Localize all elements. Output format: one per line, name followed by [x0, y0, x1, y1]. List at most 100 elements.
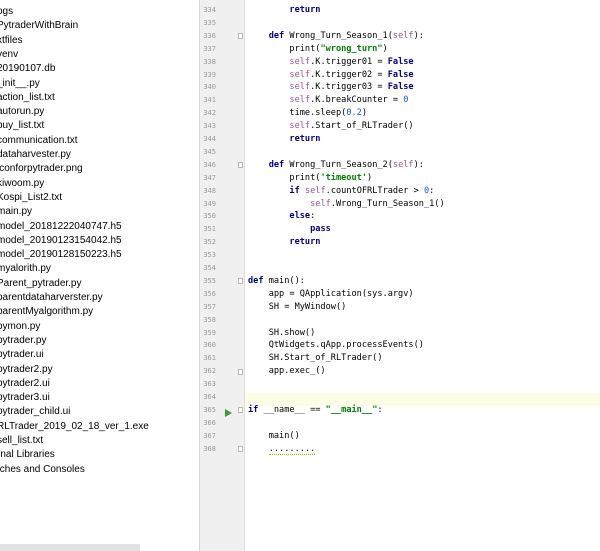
code-token: SH = MyWindow() [248, 301, 347, 312]
code-line[interactable]: ......... [248, 443, 316, 456]
code-token: def [268, 30, 285, 41]
code-line[interactable]: if __name__ == "__main__": [248, 404, 383, 417]
code-token: QtWidgets.qApp.processEvents() [248, 340, 424, 351]
tree-item[interactable]: venv [0, 48, 18, 62]
code-token: main() [248, 430, 300, 441]
line-number: 347 [203, 173, 216, 182]
fold-marker-icon[interactable] [238, 407, 243, 414]
fold-marker-icon[interactable] [238, 162, 243, 169]
code-line[interactable]: return [248, 236, 320, 249]
tree-item[interactable]: dataharvester.py [0, 148, 71, 162]
tree-item[interactable]: model_20190128150223.h5 [0, 248, 122, 262]
code-line[interactable]: def main(): [248, 275, 305, 288]
code-token: print( [248, 43, 321, 54]
tree-item[interactable]: model_20181222040747.h5 [0, 220, 122, 234]
tree-item[interactable]: kiwoom.py [0, 177, 44, 191]
code-line[interactable]: else: [248, 210, 315, 223]
code-line[interactable]: self.Start_of_RLTrader() [248, 120, 414, 133]
tree-item[interactable]: parentMyalgorithm.py [0, 305, 93, 319]
code-line[interactable]: pass [248, 223, 331, 236]
tree-item[interactable]: 20190107.db [0, 62, 55, 76]
tree-item[interactable]: pytrader3.ui [0, 391, 50, 405]
fold-marker-icon[interactable] [238, 33, 243, 40]
fold-marker-icon[interactable] [238, 368, 243, 375]
fold-marker-icon[interactable] [238, 446, 243, 453]
tree-item[interactable]: model_20190123154042.h5 [0, 234, 122, 248]
code-line[interactable]: self.K.breakCounter = 0 [248, 94, 408, 107]
code-line[interactable]: print("wrong_turn") [248, 43, 388, 56]
tree-item[interactable]: action_list.txt [0, 91, 55, 105]
tree-item[interactable]: main.py [0, 205, 32, 219]
code-token: : [377, 404, 383, 415]
code-token: ) [367, 172, 373, 183]
tree-item[interactable]: rnal Libraries [0, 448, 55, 462]
line-number: 359 [203, 328, 216, 337]
code-line[interactable]: main() [248, 430, 300, 443]
code-line[interactable]: time.sleep(0.2) [248, 107, 367, 120]
code-line[interactable]: app.exec_() [248, 365, 326, 378]
tree-item[interactable]: pymon.py [0, 320, 40, 334]
code-token: def [248, 275, 264, 286]
run-icon[interactable] [225, 409, 232, 417]
tree-item[interactable]: pytrader2.ui [0, 377, 50, 391]
code-editor[interactable]: 334 335 336 337 338 339 340 341 342 343 344 345 346 3… [200, 0, 600, 551]
tree-item[interactable]: parentdataharverster.py [0, 291, 103, 305]
code-token: main(): [263, 275, 305, 286]
tree-item[interactable]: autorun.py [0, 105, 44, 119]
code-token: time.sleep( [248, 108, 347, 119]
tree-item[interactable]: pytrader.py [0, 334, 46, 348]
line-number: 352 [203, 238, 216, 247]
tree-item[interactable]: xtfiles [0, 34, 23, 48]
tree-item[interactable]: sell_list.txt [0, 434, 43, 448]
code-token: self [289, 69, 311, 80]
horizontal-scrollbar[interactable] [0, 544, 140, 551]
tree-item[interactable]: tches and Consoles [0, 463, 85, 477]
code-line[interactable]: self.Wrong_Turn_Season_1() [248, 198, 445, 211]
code-token: self [304, 185, 326, 196]
tree-item[interactable]: ogs [0, 5, 13, 19]
tree-item[interactable]: PytraderWithBrain [0, 19, 78, 33]
code-line[interactable]: SH.Start_of_RLTrader() [248, 352, 383, 365]
code-token: .countOFRLTrader > [325, 185, 424, 196]
code-line[interactable]: return [248, 133, 320, 146]
code-line[interactable]: def Wrong_Turn_Season_1(self): [248, 30, 424, 43]
tree-item[interactable]: pytrader2.py [0, 363, 53, 377]
tree-item[interactable]: buy_list.txt [0, 119, 44, 133]
code-token: .Wrong_Turn_Season_1() [330, 198, 445, 209]
code-line[interactable]: if self.countOFRLTrader > 0: [248, 185, 434, 198]
tree-item[interactable]: communication.txt [0, 134, 78, 148]
code-token: ) [382, 43, 388, 54]
code-line[interactable]: QtWidgets.qApp.processEvents() [248, 339, 424, 352]
code-line[interactable]: app = QApplication(sys.argv) [248, 288, 414, 301]
code-token: ......... [268, 443, 316, 455]
code-line[interactable]: SH = MyWindow() [248, 301, 347, 314]
code-token: .Start_of_RLTrader() [310, 121, 414, 132]
tree-item[interactable]: myalorith.py [0, 262, 51, 276]
tree-item[interactable]: Parent_pytrader.py [0, 277, 82, 291]
tree-item[interactable]: Kospi_List2.txt [0, 191, 62, 205]
code-line[interactable]: SH.show() [248, 327, 316, 340]
code-line[interactable]: self.K.trigger01 = False [248, 56, 414, 69]
line-number-gutter: 334 335 336 337 338 339 340 341 342 343 344 345 346 3… [200, 0, 245, 551]
tree-item[interactable]: _init__.py [0, 77, 40, 91]
code-token: app = QApplication(sys.argv) [248, 288, 414, 299]
code-token: if [248, 404, 259, 415]
line-number: 358 [203, 315, 216, 324]
tree-item[interactable]: pytrader_child.ui [0, 405, 70, 419]
fold-marker-icon[interactable] [238, 278, 243, 285]
code-line[interactable]: self.K.trigger02 = False [248, 69, 413, 82]
tree-item[interactable]: RLTrader_2019_02_18_ver_1.exe [0, 420, 149, 434]
code-token: self [289, 56, 311, 67]
code-line[interactable]: return [248, 4, 320, 17]
code-line[interactable]: def Wrong_Turn_Season_2(self): [248, 159, 424, 172]
tree-item[interactable]: iconforpytrader.png [0, 162, 83, 176]
tree-item[interactable]: pytrader.ui [0, 348, 44, 362]
code-line[interactable]: self.K.trigger03 = False [248, 81, 413, 94]
code-token: print( [248, 172, 321, 183]
code-line[interactable]: print('timeout') [248, 172, 372, 185]
code-token: False [387, 56, 414, 67]
